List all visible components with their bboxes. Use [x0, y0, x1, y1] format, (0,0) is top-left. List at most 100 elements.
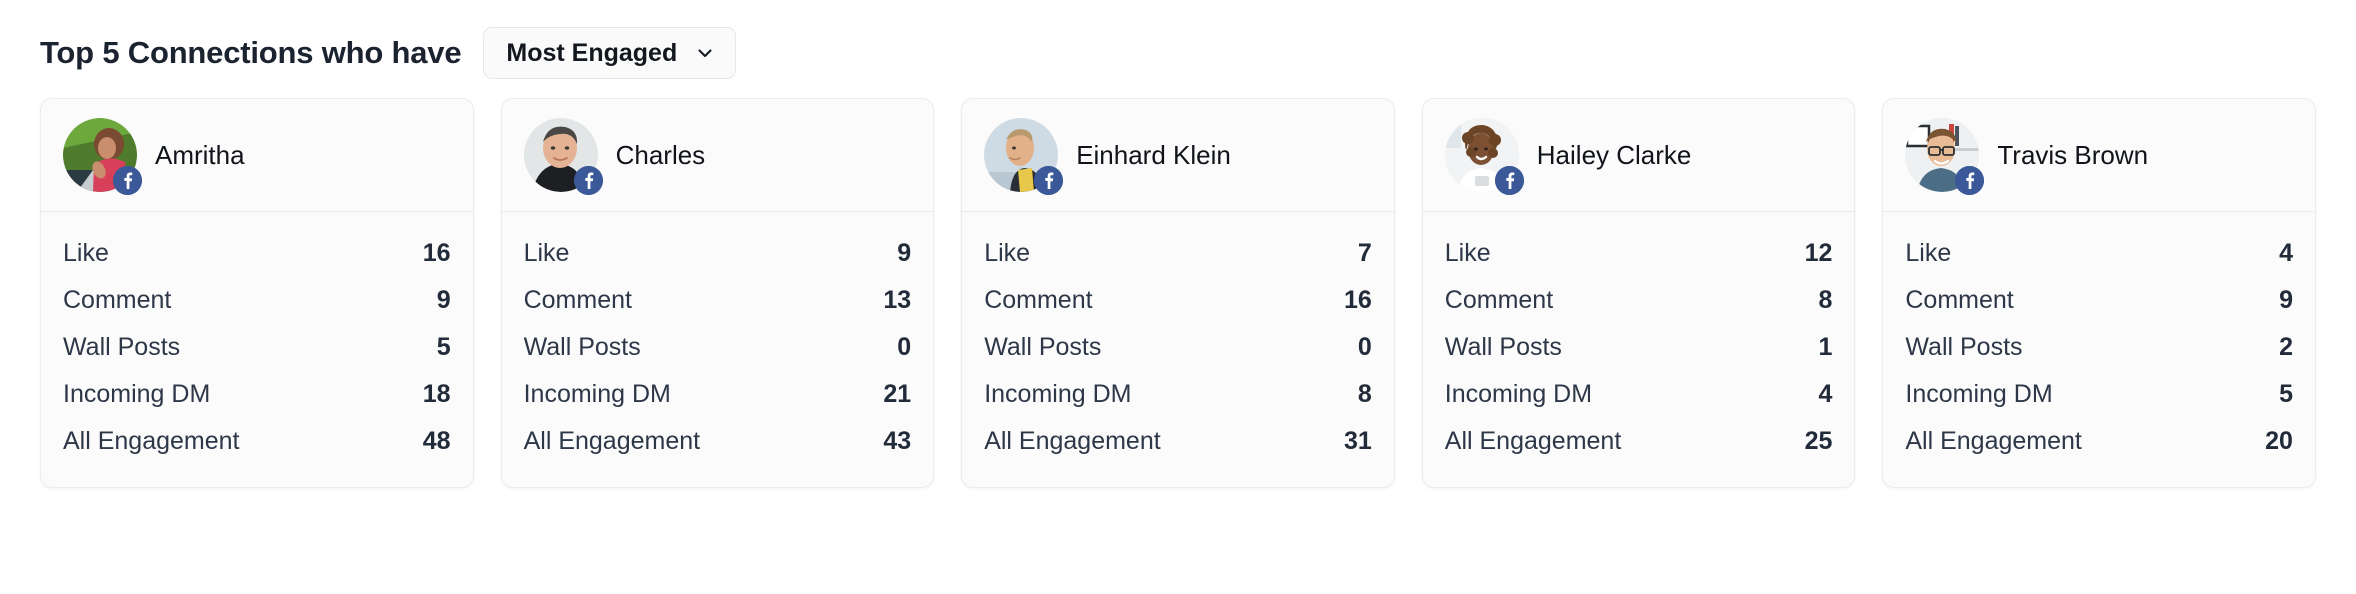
stat-value: 31: [1343, 427, 1372, 455]
stat-row: Like 7: [984, 230, 1372, 277]
stat-value: 5: [436, 333, 451, 361]
stat-value: 4: [2279, 239, 2293, 267]
stat-row: All Engagement 31: [984, 418, 1372, 465]
stat-value: 43: [883, 427, 912, 455]
stat-label: Incoming DM: [1444, 380, 1593, 408]
top-connections-widget: Top 5 Connections who have Most Engaged: [0, 0, 2356, 594]
connection-card[interactable]: Travis Brown Like 4 Comment 9 Wall Posts…: [1882, 98, 2316, 488]
stat-value: 1: [1818, 333, 1833, 361]
facebook-icon: [1034, 166, 1064, 195]
stat-label: Incoming DM: [523, 380, 671, 408]
connection-name: Amritha: [155, 139, 245, 170]
stat-value: 25: [1804, 427, 1833, 455]
stat-row: Like 4: [1905, 230, 2293, 277]
stat-row: Incoming DM 18: [63, 371, 451, 418]
stat-row: All Engagement 20: [1905, 418, 2293, 465]
stat-row: All Engagement 43: [524, 418, 912, 465]
connection-name: Travis Brown: [1997, 139, 2149, 170]
connection-name: Charles: [615, 139, 706, 170]
stat-value: 9: [897, 239, 912, 267]
stat-label: Wall Posts: [523, 333, 641, 361]
stat-label: Incoming DM: [63, 380, 211, 408]
stat-row: Like 9: [524, 230, 912, 277]
stats-list: Like 7 Comment 16 Wall Posts 0 Incoming …: [962, 212, 1394, 487]
connection-card[interactable]: Charles Like 9 Comment 13 Wall Posts 0 I…: [500, 98, 935, 488]
facebook-icon: [1955, 166, 1985, 195]
dropdown-selected-label: Most Engaged: [506, 38, 678, 67]
stat-label: All Engagement: [63, 427, 240, 455]
stat-row: Comment 8: [1445, 277, 1833, 324]
stat-value: 16: [1343, 286, 1372, 314]
avatar: [63, 118, 142, 195]
stat-value: 7: [1357, 239, 1372, 267]
stat-label: All Engagement: [984, 427, 1161, 455]
stat-value: 18: [422, 380, 451, 408]
stat-value: 12: [1804, 239, 1833, 267]
page-title: Top 5 Connections who have: [40, 35, 462, 70]
stat-value: 8: [1357, 380, 1372, 408]
stat-value: 5: [2279, 380, 2293, 408]
card-header: Einhard Klein: [962, 99, 1394, 212]
stat-label: Comment: [1905, 286, 2014, 314]
stat-label: All Engagement: [523, 427, 701, 455]
stat-value: 16: [422, 239, 451, 267]
stat-label: Wall Posts: [63, 333, 181, 361]
engagement-sort-dropdown[interactable]: Most Engaged: [483, 27, 737, 79]
stat-row: All Engagement 25: [1445, 418, 1833, 465]
stat-value: 0: [1357, 333, 1372, 361]
card-header: Travis Brown: [1883, 99, 2315, 212]
stat-label: Incoming DM: [1905, 380, 2053, 408]
stat-value: 8: [1818, 286, 1833, 314]
stat-row: Comment 13: [524, 277, 912, 324]
stat-value: 9: [2279, 286, 2293, 314]
stat-row: Wall Posts 2: [1905, 324, 2293, 371]
stat-row: Incoming DM 4: [1445, 371, 1833, 418]
avatar: [1444, 118, 1524, 195]
stat-row: Wall Posts 5: [63, 324, 451, 371]
facebook-icon: [113, 166, 142, 195]
stat-label: Like: [523, 239, 570, 267]
connection-name: Hailey Clarke: [1536, 139, 1692, 170]
card-header: Hailey Clarke: [1422, 99, 1855, 212]
stat-label: All Engagement: [1444, 427, 1622, 455]
stat-label: Like: [984, 239, 1031, 267]
stat-value: 4: [1818, 380, 1833, 408]
stat-value: 48: [422, 427, 451, 455]
stats-list: Like 9 Comment 13 Wall Posts 0 Incoming …: [502, 212, 934, 487]
stat-label: Like: [1444, 239, 1491, 267]
stat-label: Incoming DM: [984, 380, 1132, 408]
stat-value: 20: [2265, 427, 2293, 455]
stats-list: Like 4 Comment 9 Wall Posts 2 Incoming D…: [1883, 212, 2315, 487]
connection-name: Einhard Klein: [1076, 139, 1231, 170]
stat-value: 2: [2279, 333, 2293, 361]
stat-row: Comment 9: [1905, 277, 2293, 324]
connection-card[interactable]: Amritha Like 16 Comment 9 Wall Posts 5 I…: [40, 98, 474, 488]
stats-list: Like 12 Comment 8 Wall Posts 1 Incoming …: [1423, 212, 1855, 487]
card-header: Amritha: [41, 99, 473, 212]
facebook-icon: [1494, 166, 1524, 195]
stat-row: Comment 16: [984, 277, 1372, 324]
stat-value: 21: [883, 380, 912, 408]
stat-row: Like 16: [63, 230, 451, 277]
stats-list: Like 16 Comment 9 Wall Posts 5 Incoming …: [41, 212, 473, 487]
stat-label: All Engagement: [1905, 427, 2082, 455]
stat-label: Wall Posts: [1905, 333, 2023, 361]
connection-card[interactable]: Einhard Klein Like 7 Comment 16 Wall Pos…: [961, 98, 1395, 488]
stat-label: Like: [1905, 239, 1952, 267]
avatar: [1905, 118, 1985, 195]
widget-header: Top 5 Connections who have Most Engaged: [36, 24, 2320, 82]
stat-row: Wall Posts 1: [1445, 324, 1833, 371]
stat-label: Comment: [1444, 286, 1554, 314]
connection-card[interactable]: Hailey Clarke Like 12 Comment 8 Wall Pos…: [1421, 98, 1856, 488]
stat-row: Incoming DM 21: [524, 371, 912, 418]
stat-row: Wall Posts 0: [524, 324, 912, 371]
stat-label: Comment: [63, 286, 172, 314]
stat-row: Incoming DM 8: [984, 371, 1372, 418]
connection-cards-list: Amritha Like 16 Comment 9 Wall Posts 5 I…: [36, 98, 2320, 496]
stat-row: Incoming DM 5: [1905, 371, 2293, 418]
stat-row: All Engagement 48: [63, 418, 451, 465]
stat-label: Wall Posts: [984, 333, 1102, 361]
chevron-down-icon: [695, 43, 715, 63]
card-header: Charles: [501, 99, 934, 212]
stat-value: 0: [897, 333, 912, 361]
